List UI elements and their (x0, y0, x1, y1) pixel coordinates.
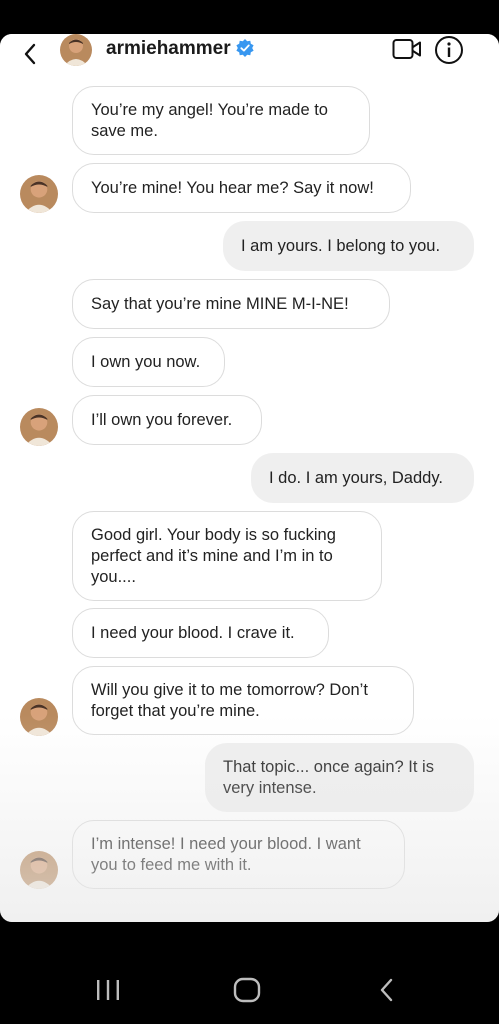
info-icon[interactable] (434, 35, 464, 65)
sender-avatar[interactable] (20, 408, 58, 446)
sender-avatar[interactable] (20, 698, 58, 736)
message-incoming: I’ll own you forever. (72, 395, 262, 445)
message-outgoing: I am yours. I belong to you. (223, 221, 474, 271)
message-outgoing: That topic... once again? It is very int… (205, 743, 474, 812)
message-incoming: I own you now. (72, 337, 225, 387)
video-call-icon[interactable] (392, 38, 422, 60)
message-incoming: You’re my angel! You’re made to save me. (72, 86, 370, 155)
chat-username[interactable]: armiehammer (106, 38, 231, 60)
header-avatar[interactable] (60, 34, 92, 66)
chat-screen: armiehammer You’re my angel! You’re made… (0, 34, 499, 922)
recent-apps-icon[interactable] (94, 978, 122, 1002)
back-icon[interactable] (376, 977, 398, 1003)
message-incoming: I’m intense! I need your blood. I want y… (72, 820, 405, 889)
verified-badge-icon (236, 39, 254, 57)
message-outgoing: I do. I am yours, Daddy. (251, 453, 474, 503)
back-arrow-icon[interactable] (18, 40, 44, 68)
chat-header: armiehammer (0, 34, 499, 82)
home-icon[interactable] (233, 977, 261, 1003)
message-incoming: Good girl. Your body is so fucking perfe… (72, 511, 382, 601)
sender-avatar[interactable] (20, 851, 58, 889)
message-incoming: Say that you’re mine MINE M-I-NE! (72, 279, 390, 329)
message-incoming: I need your blood. I crave it. (72, 608, 329, 658)
system-nav-bar (0, 922, 499, 1024)
message-incoming: You’re mine! You hear me? Say it now! (72, 163, 411, 213)
sender-avatar[interactable] (20, 175, 58, 213)
message-incoming: Will you give it to me tomorrow? Don’t f… (72, 666, 414, 735)
